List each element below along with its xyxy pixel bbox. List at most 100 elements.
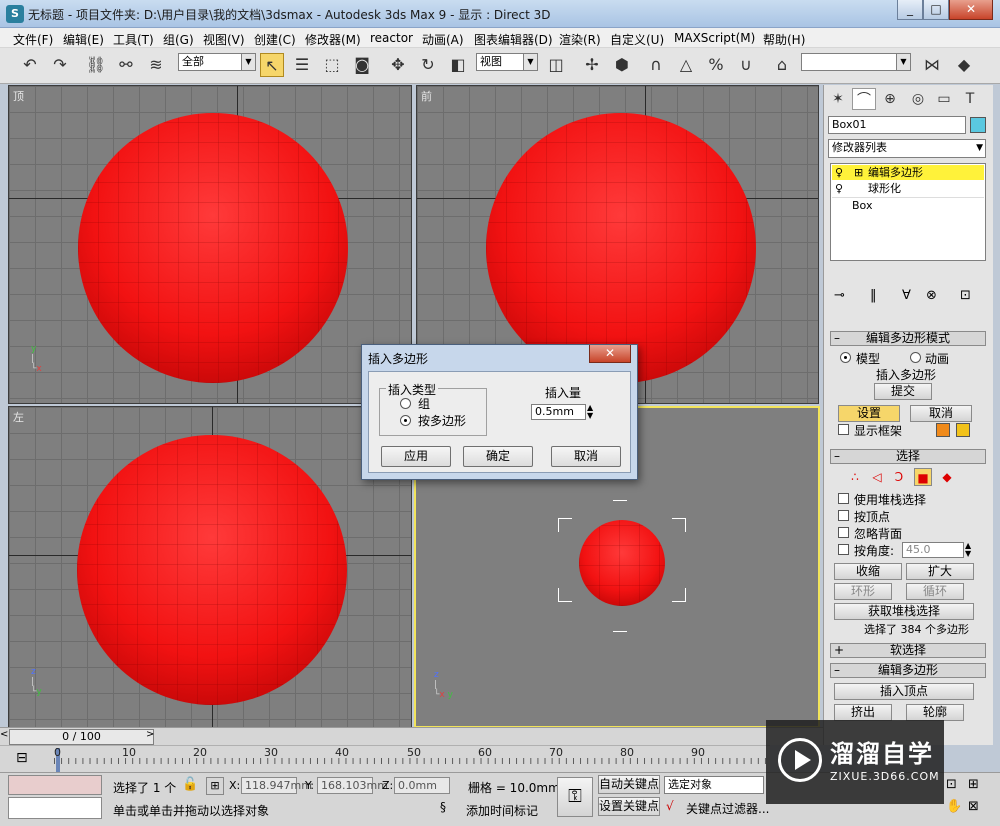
- menu-customize[interactable]: 自定义(U): [610, 31, 664, 48]
- manipulate-icon[interactable]: ✢: [580, 53, 604, 77]
- snaps-toggle-icon[interactable]: ∩: [644, 53, 668, 77]
- select-object-icon[interactable]: ↖: [260, 53, 284, 77]
- window-crossing-icon[interactable]: ◙: [350, 53, 374, 77]
- spinner-arrows-icon[interactable]: ▲ ▼: [965, 542, 971, 558]
- key-filters-button[interactable]: 关键点过滤器...: [686, 800, 769, 817]
- set-key-button[interactable]: 设置关键点: [598, 797, 660, 816]
- time-slider-thumb[interactable]: 0 / 100: [9, 729, 154, 745]
- cage-color-swatch[interactable]: [936, 423, 950, 437]
- ignore-backfacing-checkbox[interactable]: [838, 527, 849, 538]
- add-time-tag-icon[interactable]: §: [440, 800, 446, 814]
- maxscript-input[interactable]: [8, 797, 102, 819]
- apply-button[interactable]: 应用: [381, 446, 451, 467]
- select-and-rotate-icon[interactable]: ↻: [416, 53, 440, 77]
- settings-button[interactable]: 设置: [838, 405, 900, 422]
- radio-group[interactable]: [400, 398, 411, 409]
- sphere-object[interactable]: [78, 113, 348, 383]
- angle-spinner-field[interactable]: 45.0: [902, 542, 964, 558]
- align-icon[interactable]: ◆: [952, 53, 976, 77]
- viewport-label[interactable]: 前: [421, 88, 432, 104]
- pan-icon[interactable]: ✋: [946, 799, 962, 814]
- menu-animation[interactable]: 动画(A): [422, 31, 464, 48]
- show-end-result-icon[interactable]: ‖: [870, 288, 877, 303]
- bind-space-warp-icon[interactable]: ≋: [144, 53, 168, 77]
- viewport-label[interactable]: 顶: [13, 88, 24, 104]
- track-bar[interactable]: ⊟ 0 10 20 30 40 50 60 70 80 90: [0, 745, 770, 772]
- show-cage-checkbox[interactable]: [838, 424, 849, 435]
- modify-tab-icon[interactable]: ⌒: [852, 88, 876, 110]
- prev-frame-icon[interactable]: <: [0, 729, 8, 740]
- menu-create[interactable]: 创建(C): [254, 31, 296, 48]
- viewport-label[interactable]: 左: [13, 409, 24, 425]
- viewport-top[interactable]: 顶 y | └x: [8, 85, 412, 404]
- undo-icon[interactable]: ↶: [18, 53, 42, 77]
- menu-graph-editors[interactable]: 图表编辑器(D): [474, 31, 553, 48]
- redo-icon[interactable]: ↷: [48, 53, 72, 77]
- ring-button[interactable]: 环形: [834, 583, 892, 600]
- menu-modifiers[interactable]: 修改器(M): [305, 31, 361, 48]
- maxscript-listener-mini[interactable]: [8, 775, 102, 795]
- named-selection-dropdown[interactable]: ▼: [801, 53, 911, 71]
- menu-group[interactable]: 组(G): [163, 31, 194, 48]
- key-mode-dropdown[interactable]: 选定对象: [664, 776, 764, 794]
- select-and-link-icon[interactable]: ⛓: [84, 53, 108, 77]
- menu-maxscript[interactable]: MAXScript(M): [674, 31, 755, 45]
- select-and-move-icon[interactable]: ✥: [386, 53, 410, 77]
- cage-selected-color-swatch[interactable]: [956, 423, 970, 437]
- object-name-field[interactable]: Box01: [828, 116, 966, 134]
- insert-vertex-button[interactable]: 插入顶点: [834, 683, 974, 700]
- configure-sets-icon[interactable]: ⊡: [960, 288, 971, 303]
- maximize-button[interactable]: □: [923, 0, 949, 20]
- modifier-list-dropdown[interactable]: 修改器列表 ▼: [828, 139, 986, 158]
- rollout-edit-poly-mode[interactable]: – 编辑多边形模式: [830, 331, 986, 346]
- stack-item-spherify[interactable]: ♀ 球形化: [832, 181, 984, 196]
- rectangle-selection-icon[interactable]: ⬚: [320, 53, 344, 77]
- select-by-name-icon[interactable]: ☰: [290, 53, 314, 77]
- loop-button[interactable]: 循环: [906, 583, 964, 600]
- inset-amount-field[interactable]: 0.5mm: [531, 404, 586, 420]
- field-of-view-icon[interactable]: ⊞: [968, 777, 979, 792]
- selection-filter-dropdown[interactable]: 全部 ▼: [178, 53, 256, 71]
- grow-button[interactable]: 扩大: [906, 563, 974, 580]
- minimize-button[interactable]: _: [897, 0, 923, 20]
- get-stack-selection-button[interactable]: 获取堆栈选择: [834, 603, 974, 620]
- menu-tools[interactable]: 工具(T): [113, 31, 154, 48]
- add-time-tag-label[interactable]: 添加时间标记: [466, 802, 538, 819]
- radio-animate[interactable]: [910, 352, 921, 363]
- utilities-tab-icon[interactable]: T: [958, 88, 982, 110]
- reference-coord-dropdown[interactable]: 视图 ▼: [476, 53, 538, 71]
- y-coord-field[interactable]: 168.103mm: [317, 777, 388, 794]
- menu-help[interactable]: 帮助(H): [763, 31, 805, 48]
- use-pivot-center-icon[interactable]: ◫: [544, 53, 568, 77]
- unlink-icon[interactable]: ⚯: [114, 53, 138, 77]
- radio-by-polygon[interactable]: [400, 415, 411, 426]
- dialog-close-button[interactable]: ✕: [589, 345, 631, 363]
- motion-tab-icon[interactable]: ◎: [906, 88, 930, 110]
- maximize-viewport-icon[interactable]: ⊠: [968, 799, 979, 814]
- polygon-icon[interactable]: ■: [914, 468, 932, 486]
- viewport-left[interactable]: 左 z | └y: [8, 406, 412, 728]
- hierarchy-tab-icon[interactable]: ⊕: [878, 88, 902, 110]
- select-and-scale-icon[interactable]: ◧: [446, 53, 470, 77]
- edit-named-selection-icon[interactable]: ⌂: [770, 53, 794, 77]
- mirror-icon[interactable]: ⋈: [920, 53, 944, 77]
- object-color-swatch[interactable]: [970, 117, 986, 133]
- rollout-selection[interactable]: – 选择: [830, 449, 986, 464]
- stack-item-edit-poly[interactable]: ♀ ⊞ 编辑多边形: [832, 165, 984, 180]
- x-coord-field[interactable]: 118.947mm: [241, 777, 312, 794]
- vertex-icon[interactable]: ∴: [846, 468, 864, 486]
- outline-button[interactable]: 轮廓: [906, 704, 964, 721]
- zoom-extents-icon[interactable]: ⊡: [946, 777, 957, 792]
- display-tab-icon[interactable]: ▭: [932, 88, 956, 110]
- pin-stack-icon[interactable]: ⊸: [834, 288, 845, 303]
- spinner-arrows-icon[interactable]: ▲ ▼: [587, 404, 593, 420]
- menu-views[interactable]: 视图(V): [203, 31, 245, 48]
- element-icon[interactable]: ◆: [938, 468, 956, 486]
- percent-snap-icon[interactable]: %: [704, 53, 728, 77]
- z-coord-field[interactable]: 0.0mm: [394, 777, 450, 794]
- menu-file[interactable]: 文件(F): [13, 31, 53, 48]
- sphere-object[interactable]: [579, 520, 665, 606]
- menu-edit[interactable]: 编辑(E): [63, 31, 104, 48]
- by-angle-checkbox[interactable]: [838, 544, 849, 555]
- rollout-edit-polygons[interactable]: – 编辑多边形: [830, 663, 986, 678]
